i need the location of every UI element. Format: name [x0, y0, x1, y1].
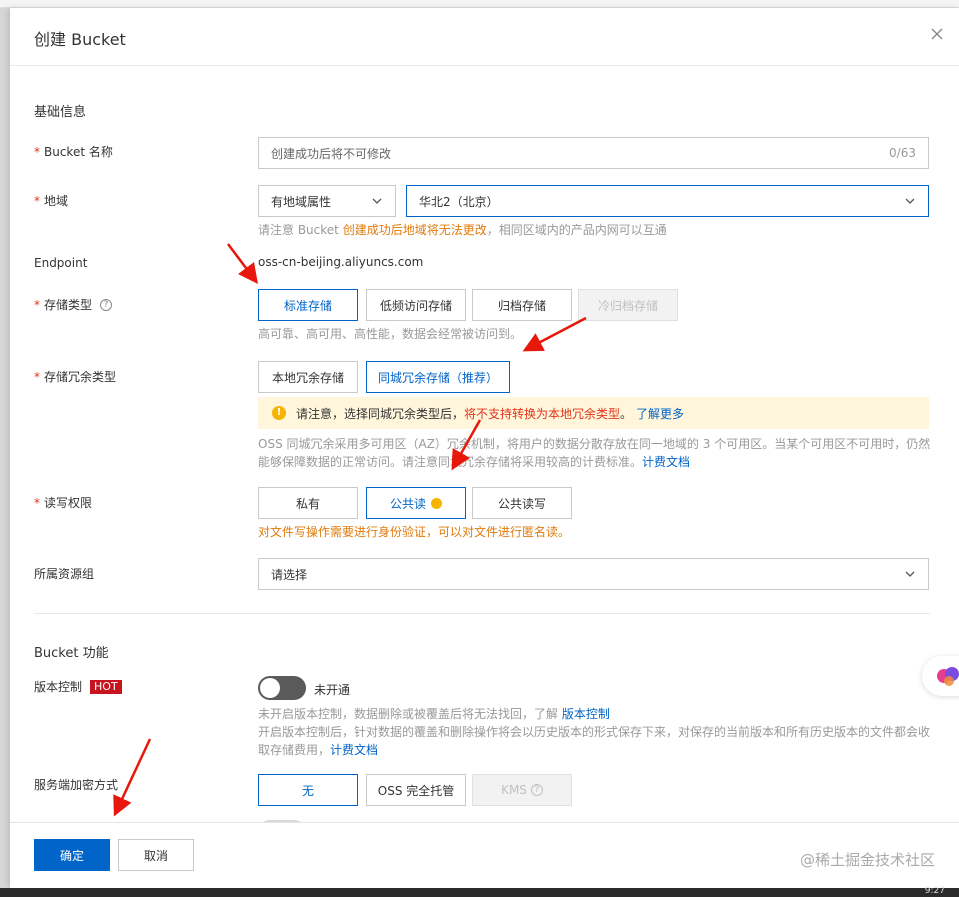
redundancy-label-text: 存储冗余类型	[44, 370, 117, 384]
billing-doc-link[interactable]: 计费文档	[642, 455, 690, 469]
resource-group-select[interactable]: 请选择	[258, 558, 929, 590]
required-mark: *	[34, 144, 40, 159]
assistant-float-icon[interactable]	[922, 656, 959, 696]
alert-suffix: 。	[620, 406, 633, 421]
dialog-body: 基础信息 * Bucket 名称 创建成功后将不可修改 0/63 * 地域 有地…	[10, 66, 959, 822]
encryption-kms-option: KMS ?	[472, 774, 572, 806]
redundancy-zrs-option[interactable]: 同城冗余存储（推荐）	[366, 361, 510, 393]
acl-public-read-write-option[interactable]: 公共读写	[472, 487, 572, 519]
dialog-title: 创建 Bucket	[34, 30, 126, 49]
left-overlay	[0, 8, 10, 888]
redundancy-desc-text: OSS 同城冗余采用多可用区（AZ）冗余机制，将用户的数据分散存放在同一地域的 …	[258, 437, 931, 469]
region-label: * 地域	[34, 192, 68, 209]
bucket-name-counter: 0/63	[889, 146, 916, 160]
bucket-name-placeholder: 创建成功后将不可修改	[271, 146, 392, 161]
required-mark: *	[34, 297, 40, 312]
warning-icon: !	[272, 406, 286, 420]
bucket-name-label: * Bucket 名称	[34, 143, 113, 160]
versioning-doc-link[interactable]: 版本控制	[562, 707, 610, 721]
region-hint-prefix: 请注意 Bucket	[258, 223, 343, 237]
redundancy-label: * 存储冗余类型	[34, 368, 116, 385]
versioning-toggle[interactable]	[258, 676, 306, 700]
section-bucket-features: Bucket 功能	[34, 646, 109, 661]
section-basic-info: 基础信息	[34, 105, 87, 120]
encryption-label: 服务端加密方式	[34, 778, 119, 792]
region-value: 华北2（北京）	[419, 194, 499, 209]
close-icon[interactable]	[927, 24, 947, 44]
learn-more-link[interactable]: 了解更多	[636, 405, 684, 422]
encryption-oss-option[interactable]: OSS 完全托管	[366, 774, 466, 806]
alert-prefix: 请注意，选择同城冗余类型后，	[296, 406, 465, 421]
versioning-state: 未开通	[314, 683, 351, 697]
section-divider	[34, 613, 930, 614]
storage-standard-option[interactable]: 标准存储	[258, 289, 358, 321]
region-label-text: 地域	[44, 194, 69, 208]
taskbar-clock: 9:27	[924, 886, 945, 896]
storage-ia-option[interactable]: 低频访问存储	[366, 289, 466, 321]
region-attribute-select[interactable]: 有地域属性	[258, 185, 396, 217]
redundancy-desc: OSS 同城冗余采用多可用区（AZ）冗余机制，将用户的数据分散存放在同一地域的 …	[258, 435, 938, 471]
dialog-footer: 确定 取消 @稀土掘金技术社区	[10, 822, 959, 888]
hot-badge: HOT	[90, 679, 122, 694]
acl-label-text: 读写权限	[44, 496, 93, 510]
help-icon: ?	[530, 784, 543, 796]
dialog-header: 创建 Bucket	[10, 8, 959, 66]
versioning-billing-link[interactable]: 计费文档	[330, 743, 378, 757]
storage-class-label-text: 存储类型	[44, 298, 93, 312]
acl-label: * 读写权限	[34, 494, 92, 511]
warning-dot-icon	[431, 497, 442, 509]
help-icon[interactable]: ?	[100, 298, 113, 311]
bucket-name-label-text: Bucket 名称	[44, 145, 113, 159]
endpoint-label: Endpoint	[34, 256, 88, 270]
encryption-none-option[interactable]: 无	[258, 774, 358, 806]
cancel-button[interactable]: 取消	[118, 839, 194, 871]
region-hint-suffix: ，相同区域内的产品内网可以互通	[486, 223, 667, 237]
region-hint: 请注意 Bucket 创建成功后地域将无法更改，相同区域内的产品内网可以互通	[258, 221, 667, 239]
required-mark: *	[34, 369, 40, 384]
create-bucket-dialog: 创建 Bucket 基础信息 * Bucket 名称 创建成功后将不可修改 0/…	[10, 8, 959, 888]
storage-class-hint: 高可靠、高可用、高性能，数据会经常被访问到。	[258, 327, 523, 341]
chevron-down-icon	[905, 198, 915, 204]
kms-label: KMS	[501, 783, 527, 797]
acl-private-option[interactable]: 私有	[258, 487, 358, 519]
confirm-button[interactable]: 确定	[34, 839, 110, 871]
alert-warning: 将不支持转换为本地冗余类型	[464, 406, 621, 421]
redundancy-lrs-option[interactable]: 本地冗余存储	[258, 361, 358, 393]
watermark: @稀土掘金技术社区	[799, 851, 935, 869]
required-mark: *	[34, 193, 40, 208]
chevron-down-icon	[372, 198, 382, 204]
top-strip	[0, 0, 959, 8]
resource-group-label: 所属资源组	[34, 567, 95, 581]
versioning-label-text: 版本控制	[34, 680, 83, 694]
versioning-label: 版本控制 HOT	[34, 678, 122, 695]
required-mark: *	[34, 495, 40, 510]
region-hint-warning: 创建成功后地域将无法更改	[342, 223, 487, 237]
acl-warning: 对文件写操作需要进行身份验证，可以对文件进行匿名读。	[258, 525, 571, 539]
region-attribute-value: 有地域属性	[271, 194, 332, 209]
endpoint-value: oss-cn-beijing.aliyuncs.com	[258, 255, 424, 269]
versioning-hint: 未开启版本控制，数据删除或被覆盖后将无法找回，了解 版本控制 开启版本控制后，针…	[258, 705, 938, 759]
acl-public-read-option[interactable]: 公共读	[366, 487, 466, 519]
resource-group-placeholder: 请选择	[271, 567, 308, 582]
redundancy-alert: ! 请注意，选择同城冗余类型后， 将不支持转换为本地冗余类型。 了解更多	[258, 397, 929, 429]
storage-cold-archive-option: 冷归档存储	[578, 289, 678, 321]
storage-class-label: * 存储类型 ?	[34, 296, 113, 313]
brain-icon	[937, 667, 959, 686]
chevron-down-icon	[905, 571, 915, 577]
versioning-hint1-text: 未开启版本控制，数据删除或被覆盖后将无法找回，了解	[258, 707, 562, 721]
taskbar: 9:27	[0, 886, 959, 897]
storage-archive-option[interactable]: 归档存储	[472, 289, 572, 321]
acl-public-read-label: 公共读	[389, 496, 426, 511]
region-select[interactable]: 华北2（北京）	[406, 185, 929, 217]
bucket-name-input[interactable]: 创建成功后将不可修改 0/63	[258, 137, 929, 169]
